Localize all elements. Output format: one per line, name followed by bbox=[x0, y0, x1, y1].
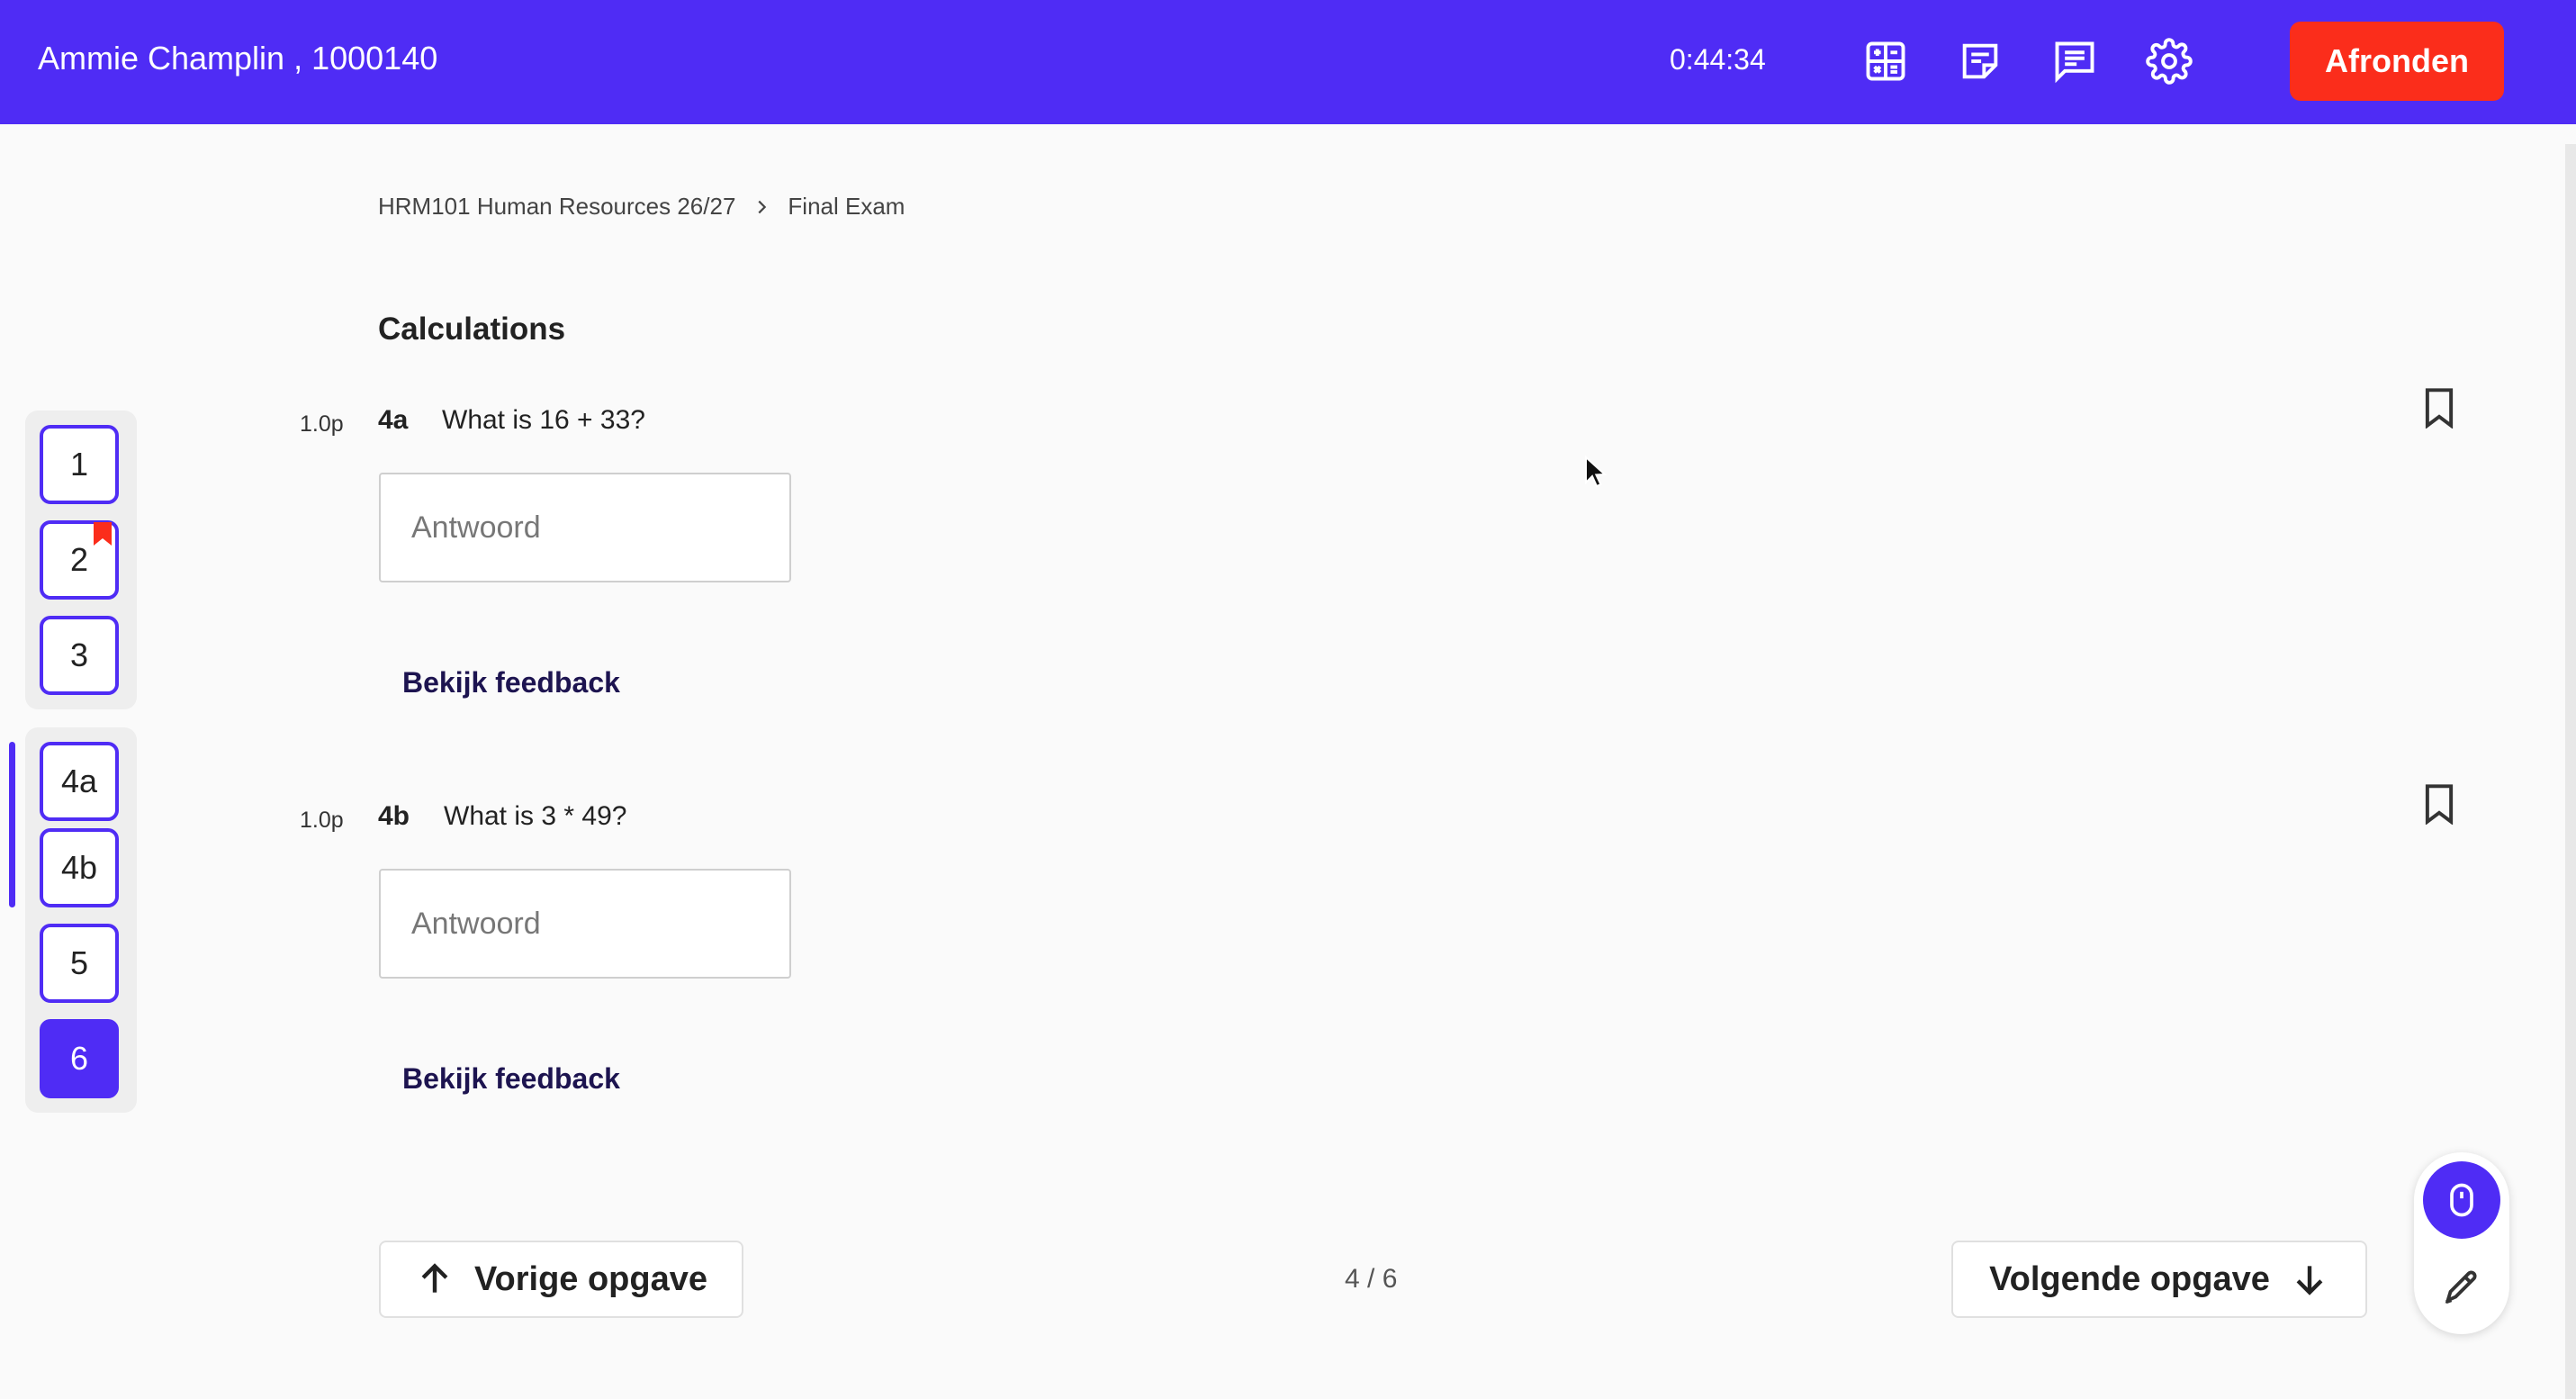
pen-tool-button[interactable] bbox=[2423, 1248, 2500, 1325]
breadcrumb-exam[interactable]: Final Exam bbox=[788, 193, 905, 221]
question-label: 4a bbox=[378, 405, 409, 435]
question-nav-group: 4a 4b 5 6 bbox=[25, 727, 137, 1113]
mouse-tool-button[interactable] bbox=[2423, 1161, 2500, 1239]
bookmark-icon[interactable] bbox=[2421, 387, 2457, 429]
mouse-cursor-icon bbox=[1585, 456, 1608, 488]
question-text: What is 3 * 49? bbox=[444, 801, 627, 831]
breadcrumb-course[interactable]: HRM101 Human Resources 26/27 bbox=[378, 193, 735, 221]
answer-field[interactable] bbox=[379, 473, 791, 582]
question-label: 4b bbox=[378, 801, 410, 831]
pen-icon bbox=[2445, 1270, 2477, 1304]
breadcrumb: HRM101 Human Resources 26/27 Final Exam bbox=[378, 193, 905, 221]
page-scrollbar[interactable] bbox=[2565, 144, 2576, 1399]
tool-palette bbox=[2414, 1152, 2509, 1334]
question-nav-button[interactable]: 2 bbox=[40, 520, 119, 600]
exam-timer: 0:44:34 bbox=[1670, 43, 1766, 76]
question-nav-button[interactable]: 4b bbox=[40, 828, 119, 907]
question-text: What is 16 + 33? bbox=[442, 405, 645, 435]
chevron-right-icon bbox=[758, 200, 767, 213]
question-nav-button[interactable]: 4a bbox=[40, 742, 119, 821]
current-question-indicator bbox=[9, 742, 15, 907]
finish-button[interactable]: Afronden bbox=[2290, 22, 2504, 101]
question-nav-button[interactable]: 1 bbox=[40, 425, 119, 504]
question-points: 1.0p bbox=[300, 808, 344, 833]
question-nav-label: 4b bbox=[60, 849, 98, 886]
settings-icon[interactable] bbox=[2146, 38, 2193, 85]
question-nav-label: 5 bbox=[69, 944, 89, 981]
calculator-icon[interactable] bbox=[1862, 38, 1909, 85]
question-points: 1.0p bbox=[300, 411, 344, 437]
notes-icon[interactable] bbox=[1957, 38, 2004, 85]
question-nav-label: 2 bbox=[69, 541, 89, 578]
previous-question-label: Vorige opgave bbox=[473, 1259, 708, 1298]
chat-icon[interactable] bbox=[2051, 38, 2098, 85]
section-title: Calculations bbox=[378, 311, 566, 347]
question-nav-label: 1 bbox=[69, 446, 89, 483]
bookmark-icon[interactable] bbox=[2421, 783, 2457, 825]
view-feedback-link[interactable]: Bekijk feedback bbox=[402, 666, 620, 700]
question-nav-label: 4a bbox=[60, 763, 98, 799]
question-nav-label: 6 bbox=[69, 1040, 89, 1077]
previous-question-button[interactable]: Vorige opgave bbox=[379, 1241, 743, 1318]
question-nav-group: 1 2 3 bbox=[25, 411, 137, 709]
top-bar: Ammie Champlin , 1000140 0:44:34 Afronde… bbox=[0, 0, 2576, 124]
answer-field[interactable] bbox=[379, 869, 791, 979]
next-question-label: Volgende opgave bbox=[1989, 1259, 2270, 1298]
question-nav-button[interactable]: 5 bbox=[40, 924, 119, 1003]
flag-icon bbox=[94, 522, 112, 546]
view-feedback-link[interactable]: Bekijk feedback bbox=[402, 1062, 620, 1096]
next-question-button[interactable]: Volgende opgave bbox=[1951, 1241, 2367, 1318]
student-name: Ammie Champlin , 1000140 bbox=[38, 40, 438, 77]
mouse-icon bbox=[2450, 1183, 2473, 1217]
question-nav-label: 3 bbox=[69, 636, 89, 673]
question-nav-button[interactable]: 3 bbox=[40, 616, 119, 695]
arrow-down-icon bbox=[2296, 1266, 2323, 1295]
page-indicator: 4 / 6 bbox=[1345, 1264, 1398, 1294]
question-nav-button[interactable]: 6 bbox=[40, 1019, 119, 1098]
arrow-up-icon bbox=[421, 1263, 448, 1293]
